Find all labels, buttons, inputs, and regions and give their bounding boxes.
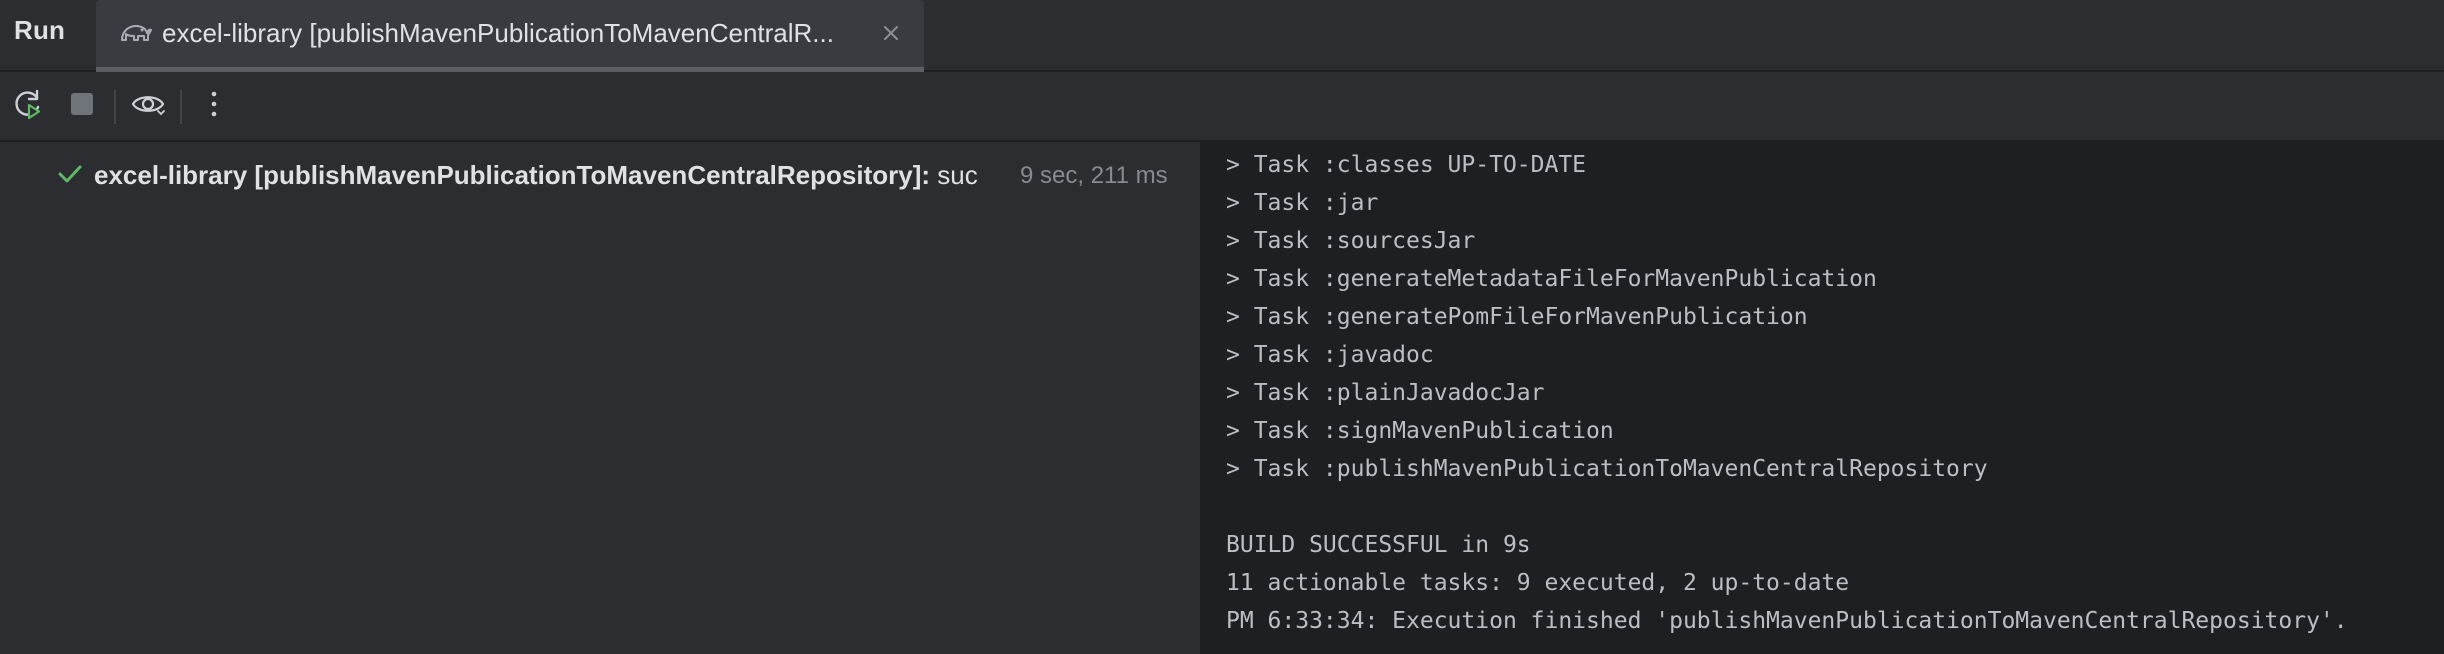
console-line: > Task :generatePomFileForMavenPublicati… [1226,304,1808,330]
build-tree: excel-library [publishMavenPublicationTo… [0,142,1200,654]
console-line: BUILD SUCCESSFUL in 9s [1226,532,1531,558]
stop-icon [68,90,96,123]
run-tab-bar: Run excel-library [publishMavenPublicati… [0,0,2444,72]
rerun-icon [11,87,45,126]
tree-item-label: excel-library [publishMavenPublicationTo… [94,160,1014,191]
rerun-button[interactable] [8,86,48,126]
tab-label: excel-library [publishMavenPublicationTo… [162,18,834,48]
console-line: > Task :generateMetadataFileForMavenPubl… [1226,266,1877,292]
toolbar-separator [180,90,182,124]
console-line: > Task :plainJavadocJar [1226,380,1545,406]
panel-title: Run [14,15,66,45]
close-icon[interactable] [880,22,902,44]
console-line: > Task :signMavenPublication [1226,418,1614,444]
task-name: excel-library [publishMavenPublicationTo… [94,160,931,190]
more-vertical-icon [209,89,219,124]
run-toolbar [0,72,2444,142]
console-line: > Task :javadoc [1226,342,1434,368]
console-line: 11 actionable tasks: 9 executed, 2 up-to… [1226,570,1850,596]
toolbar-separator [114,90,116,124]
duration: 9 sec, 211 ms [1020,162,1168,189]
console-line: PM 6:33:34: Execution finished 'publishM… [1226,608,2348,634]
more-options-button[interactable] [194,86,234,126]
console-line: > Task :classes UP-TO-DATE [1226,152,1587,178]
console-output[interactable]: > Task :classes UP-TO-DATE > Task :jar >… [1202,142,2444,654]
view-options-button[interactable] [128,86,168,126]
stop-button[interactable] [62,86,102,126]
console-line: > Task :publishMavenPublicationToMavenCe… [1226,456,1988,482]
console-line: > Task :jar [1226,190,1379,216]
checkmark-icon [56,160,84,188]
task-status: suc [930,160,978,190]
run-tool-window: Run excel-library [publishMavenPublicati… [0,0,2444,654]
console-line: > Task :sourcesJar [1226,228,1476,254]
gradle-elephant-icon [118,18,152,48]
tree-item-build-result[interactable]: excel-library [publishMavenPublicationTo… [0,154,1200,194]
run-configuration-tab[interactable]: excel-library [publishMavenPublicationTo… [96,0,924,70]
eye-icon [130,89,166,124]
